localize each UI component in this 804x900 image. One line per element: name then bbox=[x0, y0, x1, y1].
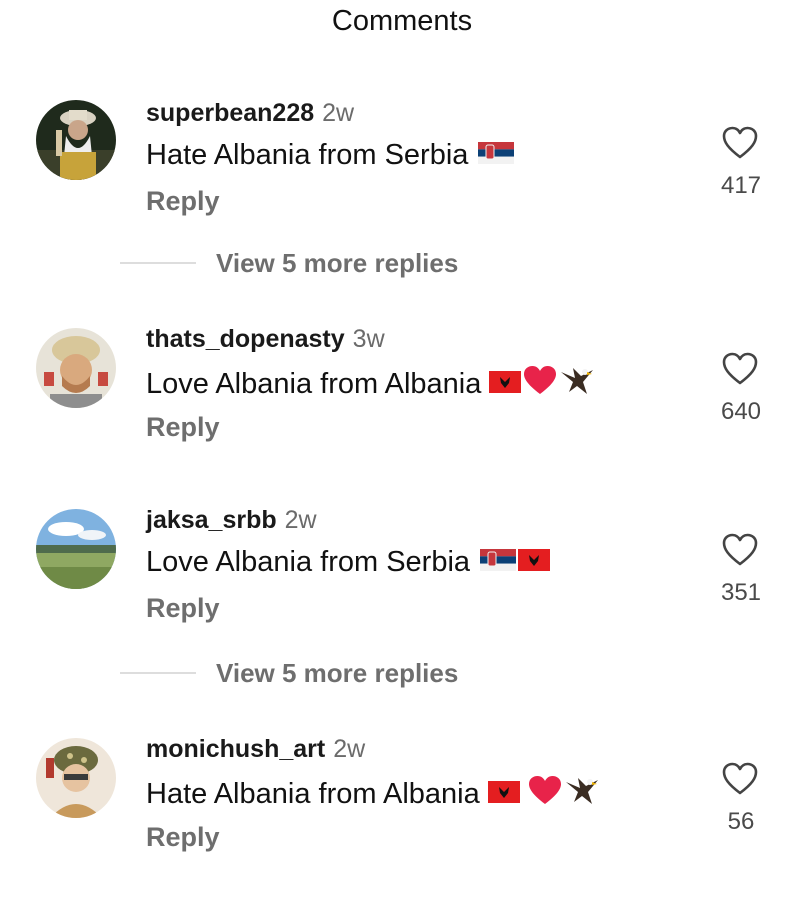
view-more-replies[interactable]: View 5 more replies bbox=[120, 246, 458, 280]
divider bbox=[120, 262, 196, 264]
username[interactable]: monichush_art bbox=[146, 735, 325, 763]
username[interactable]: superbean228 bbox=[146, 99, 314, 127]
view-more-replies[interactable]: View 5 more replies bbox=[120, 656, 458, 690]
comment-header: thats_dopenasty 3w bbox=[146, 324, 385, 354]
timestamp: 2w bbox=[333, 735, 366, 763]
red-heart-icon bbox=[523, 365, 557, 403]
like-heart-icon[interactable] bbox=[722, 352, 758, 386]
like-count: 640 bbox=[720, 398, 762, 425]
reply-button[interactable]: Reply bbox=[146, 822, 220, 852]
like-heart-icon[interactable] bbox=[722, 126, 758, 160]
like-heart-icon[interactable] bbox=[722, 533, 758, 567]
username[interactable]: thats_dopenasty bbox=[146, 325, 345, 353]
timestamp: 3w bbox=[352, 325, 385, 353]
albania-flag-icon bbox=[489, 367, 522, 401]
comment-header: superbean228 2w bbox=[146, 98, 354, 128]
comment-item: jaksa_srbb 2w Love Albania from Serbia Re… bbox=[0, 505, 804, 645]
reply-button[interactable]: Reply bbox=[146, 186, 220, 216]
like-count: 351 bbox=[720, 579, 762, 606]
avatar-image bbox=[36, 100, 116, 180]
eagle-icon bbox=[559, 364, 595, 404]
comment-item: superbean228 2w Hate Albania from Serbia … bbox=[0, 98, 804, 238]
divider bbox=[120, 672, 196, 674]
avatar-image bbox=[36, 738, 116, 818]
comment-text: Love Albania from Albania bbox=[146, 364, 595, 404]
avatar-image bbox=[36, 328, 116, 408]
reply-button[interactable]: Reply bbox=[146, 593, 220, 623]
red-heart-icon bbox=[528, 775, 562, 813]
like-count: 56 bbox=[727, 808, 755, 835]
comment-text-body: Hate Albania from Albania bbox=[146, 778, 480, 810]
page-title: Comments bbox=[331, 5, 473, 37]
albania-flag-icon bbox=[518, 545, 551, 579]
avatar[interactable] bbox=[36, 509, 116, 589]
avatar[interactable] bbox=[36, 738, 116, 818]
eagle-icon bbox=[564, 774, 600, 814]
albania-flag-icon bbox=[487, 777, 520, 811]
comment-text: Hate Albania from Albania bbox=[146, 774, 600, 814]
comment-text: Hate Albania from Serbia bbox=[146, 138, 515, 172]
avatar[interactable] bbox=[36, 100, 116, 180]
serbia-flag-icon bbox=[478, 138, 515, 172]
comment-text-body: Love Albania from Albania bbox=[146, 368, 482, 400]
timestamp: 2w bbox=[284, 506, 317, 534]
comment-item: monichush_art 2w Hate Albania from Albani… bbox=[0, 734, 804, 874]
comment-header: monichush_art 2w bbox=[146, 734, 365, 764]
serbia-flag-icon bbox=[480, 545, 517, 579]
comment-text-body: Hate Albania from Serbia bbox=[146, 139, 469, 171]
comment-header: jaksa_srbb 2w bbox=[146, 505, 317, 535]
avatar[interactable] bbox=[36, 328, 116, 408]
view-more-replies-label[interactable]: View 5 more replies bbox=[216, 248, 458, 279]
like-count: 417 bbox=[720, 172, 762, 199]
comment-text-body: Love Albania from Serbia bbox=[146, 546, 471, 578]
comment-text: Love Albania from Serbia bbox=[146, 545, 551, 579]
avatar-image bbox=[36, 509, 116, 589]
view-more-replies-label[interactable]: View 5 more replies bbox=[216, 658, 458, 689]
comment-item: thats_dopenasty 3w Love Albania from Alba… bbox=[0, 324, 804, 464]
reply-button[interactable]: Reply bbox=[146, 412, 220, 442]
like-heart-icon[interactable] bbox=[722, 762, 758, 796]
username[interactable]: jaksa_srbb bbox=[146, 506, 277, 534]
timestamp: 2w bbox=[322, 99, 355, 127]
